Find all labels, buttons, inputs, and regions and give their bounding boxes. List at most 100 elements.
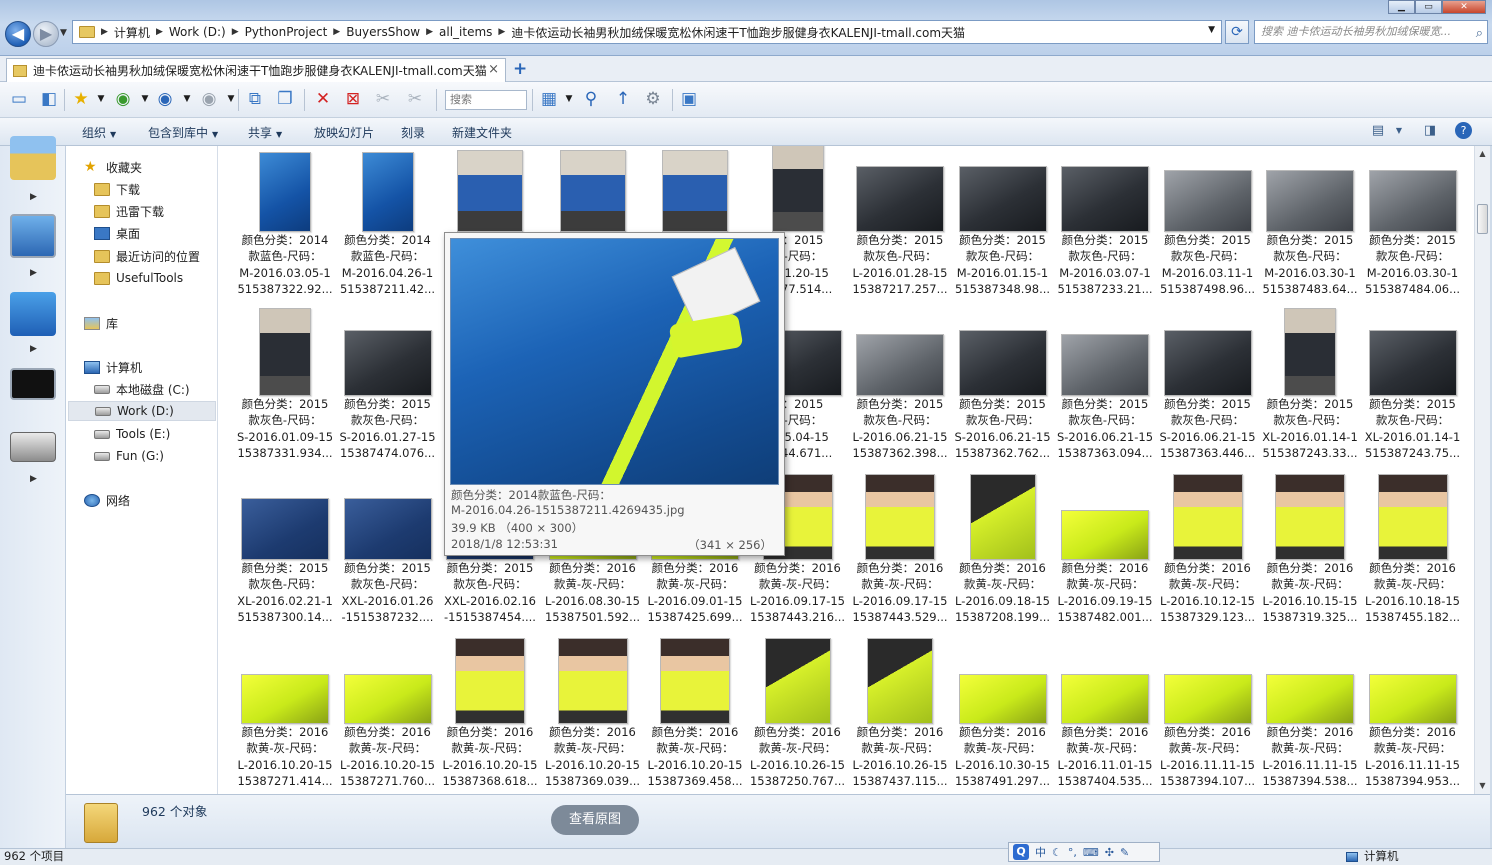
file-item[interactable]: 颜色分类：2016 款黄-灰-尺码： L-2016.10.20-15 15387271… [234,638,337,794]
file-item[interactable]: 颜色分类：2014 款蓝色-尺码： M-2016.04.26-1 515387211.… [337,146,440,310]
chevron-right-icon[interactable]: ▶ [30,344,37,354]
chevron-right-icon[interactable]: ▶ [426,27,433,37]
nav-downloads[interactable]: 下载 [94,179,140,199]
new-folder-button[interactable]: 新建文件夹 [452,124,512,141]
back-history-icon[interactable]: ◉ [112,88,134,110]
breadcrumb-pythonproject[interactable]: PythonProject [245,25,328,39]
file-item[interactable]: 颜色分类：2015 款灰色-尺码： L-2016.01.28-15 15387217.… [849,146,952,310]
file-item[interactable]: 颜色分类：2015 款灰色-尺码： M-2016.03.30-1 515387483.… [1259,146,1362,310]
cut-icon[interactable]: ✂ [372,88,394,110]
ime-toolbar[interactable]: Q 中 ☾ °, ⌨ ✣ ✎ [1008,842,1160,862]
file-item[interactable]: 颜色分类：2015 款灰色-尺码： S-2016.06.21-15 15387363.… [1054,310,1157,474]
file-item[interactable]: 颜色分类：2016 款黄-灰-尺码： L-2016.10.26-15 15387250… [747,638,850,794]
help-icon[interactable]: ? [1455,122,1472,139]
ime-logo-icon[interactable]: Q [1013,844,1029,860]
address-dropdown-icon[interactable]: ▼ [1208,25,1215,35]
map-drive-icon[interactable]: ⚲ [580,88,602,110]
ime-keyboard-icon[interactable]: ⌨ [1083,846,1099,859]
file-item[interactable]: 颜色分类：2016 款黄-灰-尺码： L-2016.09.17-15 15387443… [849,474,952,638]
delete-permanently-icon[interactable]: ⊠ [342,88,364,110]
up-level-icon[interactable]: ◉ [198,88,220,110]
file-item[interactable]: 颜色分类：2015 款灰色-尺码： S-2016.01.27-15 15387474.… [337,310,440,474]
file-item[interactable]: 颜色分类：2015 款灰色-尺码： S-2016.06.21-15 15387363.… [1157,310,1260,474]
file-item[interactable]: 颜色分类：2016 款黄-灰-尺码： L-2016.10.30-15 15387491… [952,638,1055,794]
breadcrumb-current-folder[interactable]: 迪卡侬运动长袖男秋加绒保暖宽松休闲速干T恤跑步服健身衣KALENJI-tmall… [511,24,965,41]
nav-usefultools[interactable]: UsefulTools [94,268,183,288]
explorer-icon[interactable] [10,136,56,180]
forward-arrow-icon[interactable]: ▶ [33,21,59,47]
breadcrumb-all-items[interactable]: all_items [439,25,492,39]
file-item[interactable]: 颜色分类：2016 款黄-灰-尺码： L-2016.10.18-15 15387455… [1362,474,1465,638]
file-item[interactable]: 颜色分类：2015 款灰色-尺码： S-2016.06.21-15 15387362.… [952,310,1055,474]
file-item[interactable]: 颜色分类：2015 款灰色-尺码： M-2016.01.15-1 515387348.… [952,146,1055,310]
control-panel-icon[interactable] [10,292,56,336]
search-input[interactable]: 搜索 迪卡侬运动长袖男秋加绒保暖宽... ⌕ [1254,20,1488,44]
organize-button[interactable]: 组织 ▼ [82,124,116,141]
nav-computer[interactable]: 计算机 [84,357,142,377]
tab-current-folder[interactable]: 迪卡侬运动长袖男秋加绒保暖宽松休闲速干T恤跑步服健身衣KALENJI-tmall… [6,58,506,82]
delete-icon[interactable]: ✕ [312,88,334,110]
preview-pane-icon[interactable]: ◨ [1420,122,1440,140]
file-item[interactable]: 颜色分类：2016 款黄-灰-尺码： L-2016.10.12-15 15387329… [1157,474,1260,638]
nav-drive-c[interactable]: 本地磁盘 (C:) [94,379,190,399]
file-item[interactable]: 颜色分类：2016 款黄-灰-尺码： L-2016.11.11-15 15387394… [1362,638,1465,794]
favorites-star-icon[interactable]: ★ [70,88,92,110]
file-item[interactable]: 颜色分类：2015 款灰色-尺码： M-2016.03.07-1 515387233.… [1054,146,1157,310]
chevron-right-icon[interactable]: ▶ [498,27,505,37]
change-view-icon[interactable]: ▤ [1368,122,1388,140]
file-item[interactable]: 颜色分类：2014 款蓝色-尺码： M-2016.03.05-1 515387322.… [234,146,337,310]
vertical-scrollbar[interactable]: ▲ ▼ [1474,146,1490,794]
file-item[interactable]: 颜色分类：2016 款黄-灰-尺码： L-2016.10.15-15 15387319… [1259,474,1362,638]
file-item[interactable]: 颜色分类：2015 款灰色-尺码： M-2016.03.11-1 515387498.… [1157,146,1260,310]
share-button[interactable]: 共享 ▼ [248,124,282,141]
breadcrumb-computer[interactable]: 计算机 [114,24,150,41]
file-item[interactable]: 颜色分类：2015 款灰色-尺码： S-2016.01.09-15 15387331.… [234,308,337,474]
minimize-button[interactable]: ▁ [1388,0,1415,14]
file-item[interactable]: 颜色分类：2015 款灰色-尺码： XXL-2016.01.26 -151538723… [337,474,440,638]
file-item[interactable]: 颜色分类：2016 款黄-灰-尺码： L-2016.11.11-15 15387394… [1259,638,1362,794]
cut-alt-icon[interactable]: ✂ [404,88,426,110]
file-item[interactable]: 颜色分类：2015 款灰色-尺码： XL-2016.01.14-1 515387243… [1259,308,1362,474]
file-item[interactable]: 颜色分类：2016 款黄-灰-尺码： L-2016.10.20-15 15387368… [439,638,542,794]
scroll-down-icon[interactable]: ▼ [1475,778,1490,794]
file-item[interactable]: 颜色分类：2015 款灰色-尺码： XL-2016.02.21-1 515387300… [234,474,337,638]
terminal-icon[interactable] [10,368,56,400]
breadcrumb[interactable]: ▶ 计算机 ▶ Work (D:) ▶ PythonProject ▶ Buye… [72,20,1222,44]
burn-button[interactable]: 刻录 [401,124,425,141]
nav-recent-places[interactable]: 最近访问的位置 [94,246,200,266]
file-item[interactable]: 颜色分类：2016 款黄-灰-尺码： L-2016.10.20-15 15387271… [337,638,440,794]
refresh-button[interactable]: ⟳ [1225,20,1249,44]
chevron-down-icon[interactable]: ▼ [1389,122,1409,140]
paste-icon[interactable]: ❐ [274,88,296,110]
slideshow-button[interactable]: 放映幻灯片 [314,124,374,141]
chevron-down-icon[interactable]: ▼ [558,88,580,110]
breadcrumb-work-drive[interactable]: Work (D:) [169,25,226,39]
nav-drive-d[interactable]: Work (D:) [68,401,216,421]
nav-xunlei-downloads[interactable]: 迅雷下载 [94,201,164,221]
chevron-right-icon[interactable]: ▶ [30,192,37,202]
copy-icon[interactable]: ⧉ [244,88,266,110]
breadcrumb-buyersshow[interactable]: BuyersShow [346,25,420,39]
file-item[interactable]: 颜色分类：2016 款黄-灰-尺码： L-2016.10.20-15 15387369… [542,638,645,794]
back-arrow-icon[interactable]: ◀ [5,21,31,47]
nav-network[interactable]: 网络 [84,490,130,510]
nav-desktop[interactable]: 桌面 [94,223,140,243]
view-grid-icon[interactable]: ▦ [538,88,560,110]
file-item[interactable]: 颜色分类：2015 款灰色-尺码： L-2016.06.21-15 15387362.… [849,310,952,474]
chevron-down-icon[interactable]: ▼ [176,88,198,110]
file-item[interactable]: 颜色分类：2015 款灰色-尺码： M-2016.03.30-1 515387484.… [1362,146,1465,310]
forward-history-icon[interactable]: ◉ [154,88,176,110]
ime-tools-icon[interactable]: ✣ [1105,846,1114,859]
chevron-right-icon[interactable]: ▶ [232,27,239,37]
close-tab-icon[interactable]: × [488,62,499,77]
nav-libraries[interactable]: 库 [84,313,118,333]
history-dropdown-icon[interactable]: ▼ [60,28,67,38]
chevron-down-icon[interactable]: ▼ [90,88,112,110]
ime-punct-icon[interactable]: °, [1068,846,1077,859]
navigation-pane-icon[interactable]: ◧ [38,88,60,110]
ime-moon-icon[interactable]: ☾ [1052,846,1062,859]
file-item[interactable]: 颜色分类：2016 款黄-灰-尺码： L-2016.10.26-15 15387437… [849,638,952,794]
scroll-up-icon[interactable]: ▲ [1475,146,1490,162]
maximize-button[interactable]: ▭ [1415,0,1442,14]
chevron-right-icon[interactable]: ▶ [30,268,37,278]
